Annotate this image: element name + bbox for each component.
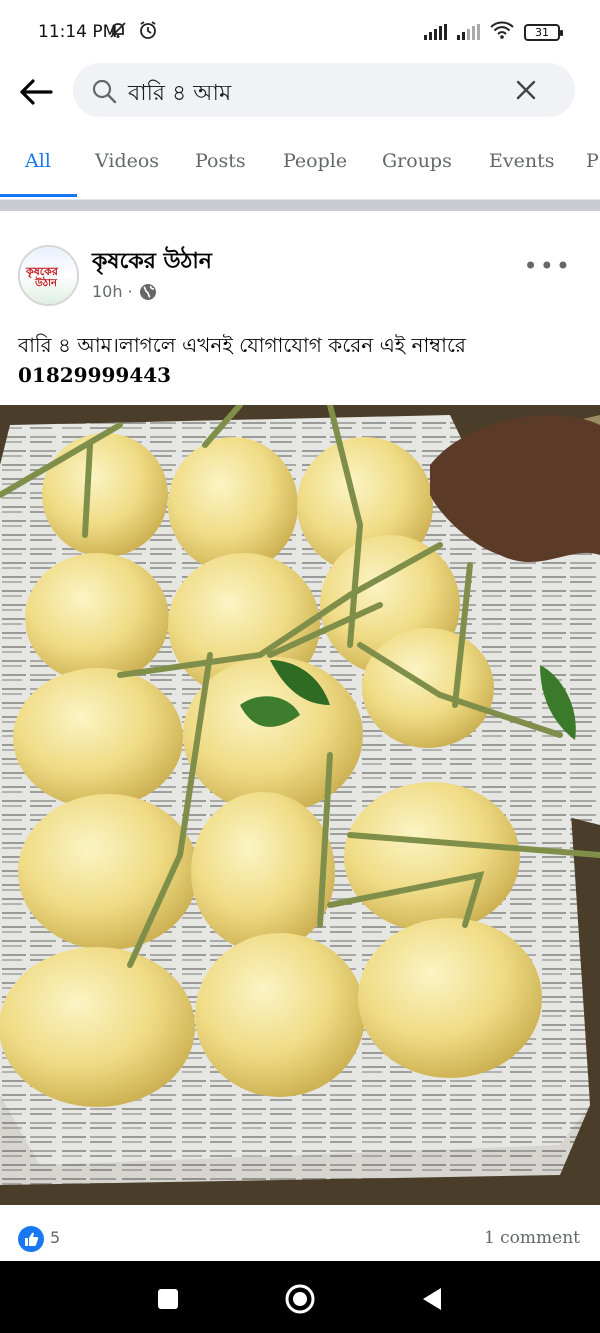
- post-time: 10h ·: [92, 282, 133, 301]
- like-reaction-icon[interactable]: [18, 1226, 44, 1252]
- status-time: 11:14 PM: [38, 22, 118, 42]
- active-tab-indicator: [0, 194, 77, 197]
- battery-icon: 31: [524, 23, 563, 41]
- tab-all[interactable]: All: [25, 150, 51, 172]
- tab-groups[interactable]: Groups: [382, 150, 452, 172]
- back-button[interactable]: [16, 72, 56, 112]
- post-photo[interactable]: [0, 405, 600, 1205]
- status-left-icons: [108, 20, 158, 44]
- avatar-logo-text-2: উঠান: [35, 278, 58, 289]
- mango-photo: [0, 405, 600, 1205]
- tab-posts[interactable]: Posts: [195, 150, 246, 172]
- arrow-left-icon: [20, 79, 53, 105]
- post-meta: 10h ·: [92, 282, 157, 301]
- reactions-row: 5 1 comment: [0, 1220, 600, 1260]
- post-text: বারি ৪ আম।লাগলে এখনই যোগাযোগ করেন এই নাম…: [18, 330, 588, 390]
- recents-button[interactable]: [150, 1281, 186, 1317]
- system-nav-bar: [0, 1261, 600, 1333]
- wifi-icon: [490, 21, 514, 43]
- post-header: কৃষকের উঠান কৃষকের উঠান 10h · •••: [0, 230, 600, 320]
- post-body: বারি ৪ আম।লাগলে এখনই যোগাযোগ করেন এই নাম…: [18, 333, 466, 357]
- system-back-button[interactable]: [414, 1281, 450, 1317]
- tab-pages[interactable]: P: [586, 150, 599, 172]
- tab-people[interactable]: People: [283, 150, 347, 172]
- section-divider: [0, 199, 600, 211]
- status-right-icons: 31: [424, 21, 563, 43]
- search-tabs: All Videos Posts People Groups Events P: [0, 138, 600, 198]
- page-name[interactable]: কৃষকের উঠান: [92, 244, 212, 281]
- back-triangle-icon: [423, 1288, 441, 1310]
- search-input[interactable]: বারি ৪ আম: [73, 63, 575, 117]
- post-phone-number[interactable]: 01829999443: [18, 360, 588, 390]
- search-icon: [92, 79, 117, 104]
- signal-icon: [424, 24, 447, 40]
- signal-icon: [457, 24, 480, 40]
- close-icon[interactable]: [515, 79, 537, 101]
- tab-events[interactable]: Events: [489, 150, 554, 172]
- like-count[interactable]: 5: [50, 1228, 60, 1247]
- home-button[interactable]: [282, 1281, 318, 1317]
- globe-icon: [139, 283, 156, 300]
- mute-icon: [108, 20, 128, 44]
- recents-square-icon: [158, 1289, 178, 1309]
- more-dots-icon[interactable]: •••: [524, 252, 572, 280]
- home-circle-icon: [285, 1284, 315, 1314]
- search-row: বারি ৪ আম: [0, 62, 600, 122]
- tab-videos[interactable]: Videos: [95, 150, 159, 172]
- comment-count[interactable]: 1 comment: [484, 1228, 580, 1248]
- avatar[interactable]: কৃষকের উঠান: [18, 245, 79, 306]
- search-query: বারি ৪ আম: [128, 81, 232, 106]
- battery-level: 31: [535, 25, 549, 39]
- status-bar: 11:14 PM 31: [0, 0, 600, 62]
- alarm-icon: [138, 20, 158, 44]
